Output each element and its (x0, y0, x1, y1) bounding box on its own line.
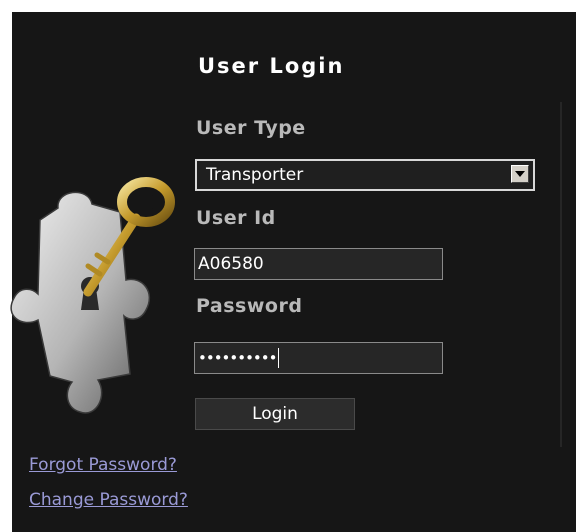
user-type-value: Transporter (206, 165, 304, 185)
puzzle-key-icon (10, 177, 175, 414)
user-id-field[interactable]: A06580 (194, 248, 443, 280)
login-button[interactable]: Login (195, 398, 355, 430)
user-type-label: User Type (196, 117, 306, 139)
page-title: User Login (198, 54, 345, 78)
forgot-password-link[interactable]: Forgot Password? (29, 455, 177, 475)
change-password-link[interactable]: Change Password? (29, 490, 188, 510)
chevron-down-icon[interactable] (511, 165, 529, 183)
user-id-value: A06580 (198, 254, 264, 274)
text-cursor (278, 348, 280, 368)
panel-divider (560, 102, 562, 447)
password-field[interactable]: •••••••••• (194, 342, 443, 374)
password-label: Password (196, 295, 303, 317)
user-type-select[interactable]: Transporter (195, 159, 535, 191)
user-id-label: User Id (196, 207, 276, 229)
password-value: •••••••••• (198, 349, 277, 367)
